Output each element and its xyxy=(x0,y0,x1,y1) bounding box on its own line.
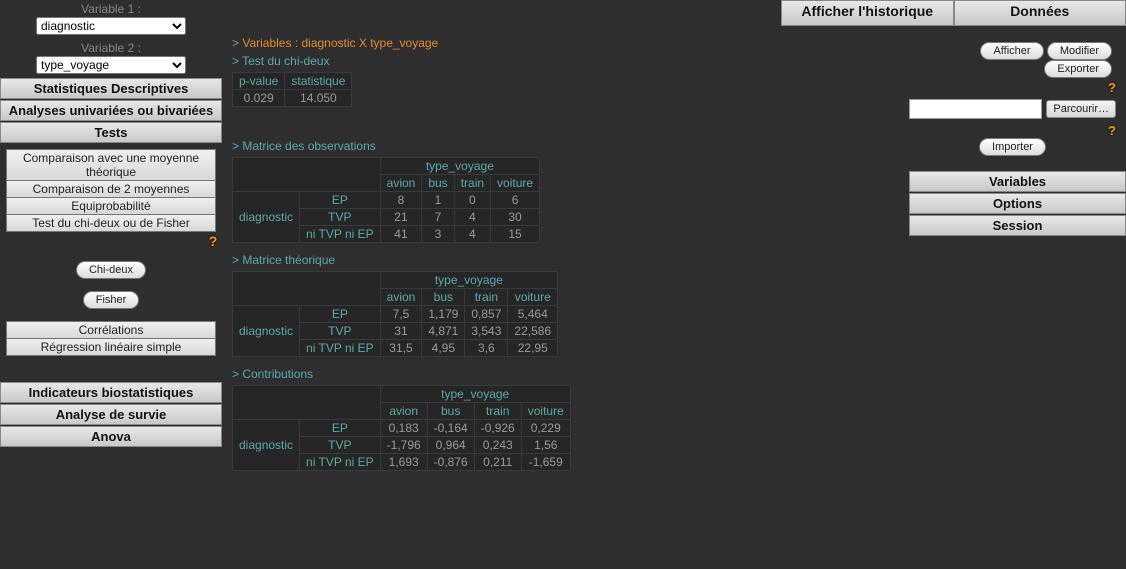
modifier-button[interactable]: Modifier xyxy=(1047,42,1112,60)
historique-button[interactable]: Afficher l'historique xyxy=(781,0,954,26)
donnees-header[interactable]: Données xyxy=(954,0,1126,26)
menu-comp-2moyennes[interactable]: Comparaison de 2 moyennes xyxy=(6,180,216,198)
section-anova[interactable]: Anova xyxy=(0,426,222,447)
variable2-select[interactable]: type_voyage xyxy=(36,56,186,74)
variable1-label: Variable 1 : xyxy=(0,0,222,16)
menu-comp-theorique[interactable]: Comparaison avec une moyenne théorique xyxy=(6,149,216,181)
left-panel: Variable 1 : diagnostic Variable 2 : typ… xyxy=(0,0,222,569)
fisher-button[interactable]: Fisher xyxy=(83,291,140,309)
section-variables[interactable]: Variables xyxy=(909,171,1126,192)
section-stats-descriptives[interactable]: Statistiques Descriptives xyxy=(0,78,222,99)
contributions-title: > Contributions xyxy=(232,367,771,381)
right-panel: Afficher l'historique Données Afficher M… xyxy=(781,0,1126,569)
chi-deux-button[interactable]: Chi-deux xyxy=(76,261,146,279)
pvalue-value: 0.029 xyxy=(233,90,285,107)
help-icon[interactable]: ? xyxy=(1108,80,1116,95)
menu-equiprobabilite[interactable]: Equiprobabilité xyxy=(6,197,216,215)
observations-title: > Matrice des observations xyxy=(232,139,771,153)
help-icon[interactable]: ? xyxy=(206,233,220,249)
pvalue-header: p-value xyxy=(233,73,285,90)
section-tests[interactable]: Tests xyxy=(0,122,222,143)
afficher-button[interactable]: Afficher xyxy=(980,42,1043,60)
importer-button[interactable]: Importer xyxy=(979,138,1046,156)
variable2-label: Variable 2 : xyxy=(0,39,222,55)
section-indicateurs[interactable]: Indicateurs biostatistiques xyxy=(0,382,222,403)
exporter-button[interactable]: Exporter xyxy=(1044,60,1112,78)
file-input[interactable] xyxy=(909,99,1042,119)
chi2-result-table: p-valuestatistique 0.02914.050 xyxy=(232,72,352,107)
main-panel: > Variables : diagnostic X type_voyage >… xyxy=(222,0,781,569)
section-analyses[interactable]: Analyses univariées ou bivariées xyxy=(0,100,222,121)
menu-regression[interactable]: Régression linéaire simple xyxy=(6,338,216,356)
section-survie[interactable]: Analyse de survie xyxy=(0,404,222,425)
parcourir-button[interactable]: Parcourir… xyxy=(1046,100,1116,118)
test-title: > Test du chi-deux xyxy=(232,54,771,68)
theorique-title: > Matrice théorique xyxy=(232,253,771,267)
menu-chi2-fisher[interactable]: Test du chi-deux ou de Fisher xyxy=(6,214,216,232)
tests-menu: Comparaison avec une moyenne théorique C… xyxy=(6,149,216,232)
variable1-select[interactable]: diagnostic xyxy=(36,17,186,35)
contributions-table: type_voyage avionbustrainvoiture diagnos… xyxy=(232,385,571,471)
section-session[interactable]: Session xyxy=(909,215,1126,236)
theorique-table: type_voyage avionbustrainvoiture diagnos… xyxy=(232,271,558,357)
stat-value: 14.050 xyxy=(285,90,352,107)
menu-correlations[interactable]: Corrélations xyxy=(6,321,216,339)
observations-table: type_voyage avionbustrainvoiture diagnos… xyxy=(232,157,540,243)
section-options[interactable]: Options xyxy=(909,193,1126,214)
help-icon[interactable]: ? xyxy=(1108,123,1116,138)
variables-title: > Variables : diagnostic X type_voyage xyxy=(232,36,771,50)
stat-header: statistique xyxy=(285,73,352,90)
